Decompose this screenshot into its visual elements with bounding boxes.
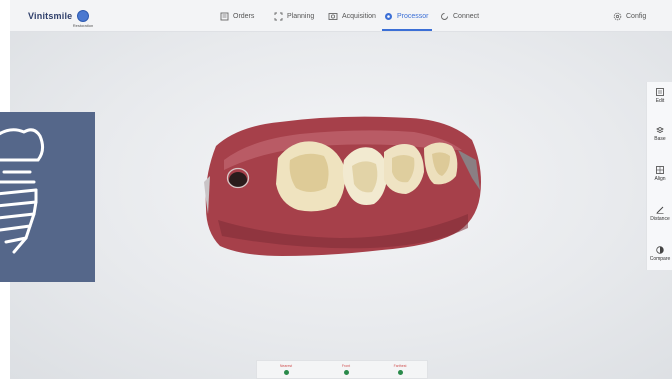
slider-front-label: Front <box>341 364 351 368</box>
implant-overlay-card <box>0 112 95 282</box>
tool-edit[interactable]: Edit <box>647 88 672 104</box>
tool-base[interactable]: Base <box>647 126 672 142</box>
view-slider-panel: Nearest Front Farthest <box>256 360 428 379</box>
scan-viewport[interactable] <box>10 0 672 379</box>
edit-icon <box>656 88 664 96</box>
slider-nearest-label: Nearest <box>279 364 293 368</box>
tool-distance-label: Distance <box>650 216 670 222</box>
slider-front[interactable]: Front <box>335 364 357 375</box>
slider-farthest[interactable]: Farthest <box>389 364 411 375</box>
base-icon <box>656 127 664 133</box>
slider-knob[interactable] <box>343 370 349 375</box>
distance-icon <box>656 206 664 214</box>
slider-knob[interactable] <box>283 370 289 375</box>
dental-implant-icon <box>0 128 45 254</box>
tool-panel: Edit Base Align Distance Compare <box>646 82 672 270</box>
align-icon <box>656 166 664 174</box>
compare-icon <box>656 246 664 254</box>
tool-edit-label: Edit <box>655 98 665 104</box>
tool-distance[interactable]: Distance <box>647 206 672 222</box>
tool-base-label: Base <box>654 136 666 142</box>
slider-knob[interactable] <box>397 370 403 375</box>
tool-align[interactable]: Align <box>647 166 672 182</box>
tool-align-label: Align <box>654 176 666 182</box>
app-window: Vinitsmile Restoration Orders Planning A… <box>10 0 672 379</box>
tool-compare-label: Compare <box>649 256 671 262</box>
tool-compare[interactable]: Compare <box>647 246 672 262</box>
slider-farthest-label: Farthest <box>393 364 407 368</box>
slider-nearest[interactable]: Nearest <box>275 364 297 375</box>
